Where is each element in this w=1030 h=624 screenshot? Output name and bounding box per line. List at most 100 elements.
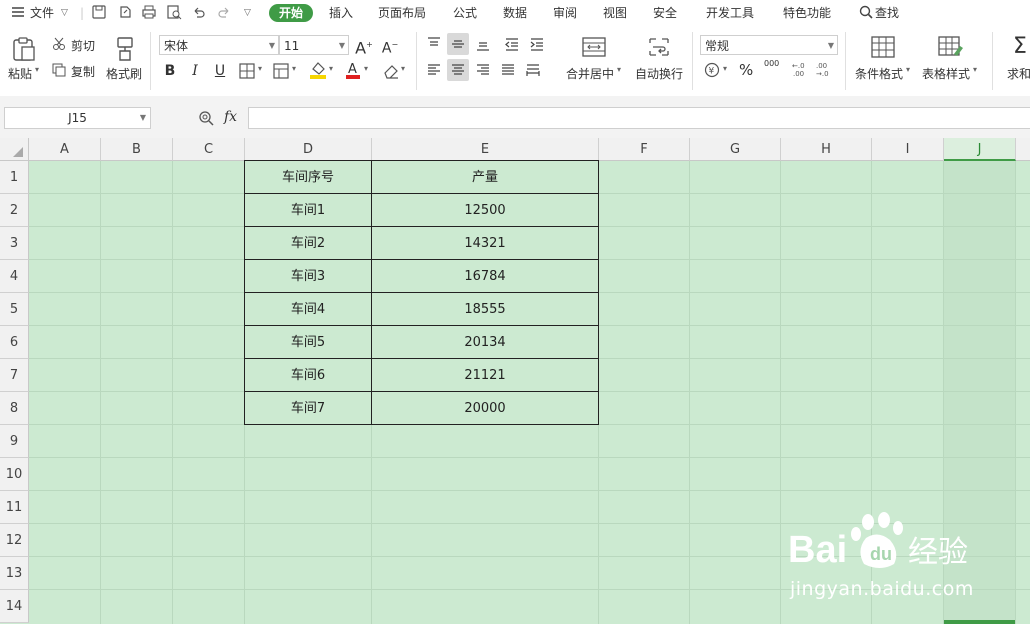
tab-insert[interactable]: 插入 (329, 4, 353, 22)
conditional-format-dropdown-icon[interactable]: ▾ (906, 65, 910, 74)
export-icon[interactable] (117, 4, 133, 20)
currency-dropdown-icon[interactable]: ▾ (723, 64, 727, 73)
table-cell[interactable]: 车间1 (245, 194, 372, 227)
font-name-select[interactable]: 宋体 ▼ (159, 35, 279, 55)
hamburger-menu-icon[interactable] (10, 4, 26, 20)
tab-data[interactable]: 数据 (503, 4, 527, 22)
tab-home[interactable]: 开始 (269, 4, 314, 22)
column-header-h[interactable]: H (781, 138, 872, 161)
row-header-9[interactable]: 9 (0, 425, 29, 458)
wrap-text-icon[interactable] (647, 36, 671, 58)
redo-icon[interactable] (216, 4, 232, 20)
table-cell[interactable]: 车间7 (245, 392, 372, 425)
row-header-1[interactable]: 1 (0, 161, 29, 194)
table-cell[interactable]: 18555 (372, 293, 599, 326)
row-header-3[interactable]: 3 (0, 227, 29, 260)
formula-input[interactable] (248, 107, 1030, 129)
italic-button[interactable]: I (185, 61, 205, 81)
tab-formulas[interactable]: 公式 (453, 4, 477, 22)
conditional-format-button[interactable]: 条件格式 (855, 65, 903, 82)
decrease-decimal-icon[interactable]: .00→.0 (816, 60, 834, 78)
currency-icon[interactable]: ¥ (704, 62, 720, 78)
merge-center-icon[interactable] (582, 36, 606, 58)
increase-indent-button[interactable] (526, 33, 548, 55)
row-header-2[interactable]: 2 (0, 194, 29, 227)
table-header-workshop[interactable]: 车间序号 (245, 161, 372, 194)
font-color-dropdown-icon[interactable]: ▾ (364, 64, 368, 73)
copy-button[interactable]: 复制 (71, 63, 95, 80)
align-left-button[interactable] (423, 59, 445, 81)
column-header-e[interactable]: E (372, 138, 599, 161)
cell-style-icon[interactable] (273, 63, 289, 79)
zoom-search-icon[interactable] (198, 110, 214, 126)
tab-security[interactable]: 安全 (653, 4, 677, 22)
save-icon[interactable] (91, 4, 107, 20)
table-cell[interactable]: 车间4 (245, 293, 372, 326)
thousands-separator-button[interactable]: 000 (764, 59, 779, 68)
undo-icon[interactable] (191, 4, 207, 20)
sum-button[interactable]: 求和 (1007, 65, 1030, 82)
row-header-13[interactable]: 13 (0, 557, 29, 590)
justify-button[interactable] (497, 59, 519, 81)
percent-button[interactable]: % (739, 61, 753, 79)
table-cell[interactable]: 车间6 (245, 359, 372, 392)
increase-font-icon[interactable]: A+ (354, 35, 374, 57)
select-all-corner[interactable] (0, 138, 29, 161)
distributed-button[interactable] (522, 59, 544, 81)
column-header-d[interactable]: D (245, 138, 372, 161)
column-header-b[interactable]: B (101, 138, 173, 161)
align-right-button[interactable] (472, 59, 494, 81)
wrap-text-button[interactable]: 自动换行 (635, 65, 683, 82)
row-header-12[interactable]: 12 (0, 524, 29, 557)
number-format-select[interactable]: 常规 ▼ (700, 35, 838, 55)
merge-center-button[interactable]: 合并居中 (566, 65, 614, 82)
table-cell[interactable]: 14321 (372, 227, 599, 260)
paste-icon[interactable] (11, 36, 37, 62)
table-style-button[interactable]: 表格样式 (922, 65, 970, 82)
column-header-f[interactable]: F (599, 138, 690, 161)
paste-dropdown-icon[interactable]: ▾ (35, 65, 39, 74)
quick-access-dropdown-icon[interactable]: ▽ (244, 4, 251, 22)
underline-button[interactable]: U (210, 61, 230, 81)
bold-button[interactable]: B (160, 61, 180, 81)
sum-icon[interactable]: Σ (1013, 34, 1027, 59)
row-header-7[interactable]: 7 (0, 359, 29, 392)
borders-icon[interactable] (239, 63, 255, 79)
conditional-format-icon[interactable] (871, 36, 895, 58)
merge-dropdown-icon[interactable]: ▾ (617, 65, 621, 74)
align-top-button[interactable] (423, 33, 445, 55)
table-cell[interactable]: 车间3 (245, 260, 372, 293)
font-size-select[interactable]: 11 ▼ (279, 35, 349, 55)
align-middle-button[interactable] (447, 33, 469, 55)
table-cell[interactable]: 车间5 (245, 326, 372, 359)
row-header-4[interactable]: 4 (0, 260, 29, 293)
table-header-output[interactable]: 产量 (372, 161, 599, 194)
format-painter-button[interactable]: 格式刷 (106, 65, 142, 82)
scissors-icon[interactable] (52, 37, 66, 51)
table-cell[interactable]: 20134 (372, 326, 599, 359)
print-preview-icon[interactable] (166, 4, 182, 20)
file-menu[interactable]: 文件 (30, 4, 54, 22)
table-style-icon[interactable] (938, 36, 964, 58)
search-label[interactable]: 查找 (875, 4, 899, 22)
name-box[interactable]: J15 ▼ (4, 107, 151, 129)
column-header-c[interactable]: C (173, 138, 245, 161)
fill-color-icon[interactable] (309, 60, 327, 80)
file-dropdown-chevron-icon[interactable]: ▽ (61, 4, 68, 22)
insert-function-button[interactable]: fx (224, 109, 237, 125)
row-header-5[interactable]: 5 (0, 293, 29, 326)
column-header-j[interactable]: J (944, 138, 1016, 161)
tab-special-features[interactable]: 特色功能 (783, 4, 831, 22)
cut-button[interactable]: 剪切 (71, 37, 95, 54)
search-icon[interactable] (858, 4, 874, 20)
row-header-14[interactable]: 14 (0, 590, 29, 623)
column-header-a[interactable]: A (29, 138, 101, 161)
table-cell[interactable]: 21121 (372, 359, 599, 392)
tab-page-layout[interactable]: 页面布局 (378, 4, 426, 22)
column-header-i[interactable]: I (872, 138, 944, 161)
table-style-dropdown-icon[interactable]: ▾ (973, 65, 977, 74)
paste-button[interactable]: 粘贴 (8, 65, 32, 82)
table-cell[interactable]: 车间2 (245, 227, 372, 260)
table-cell[interactable]: 20000 (372, 392, 599, 425)
copy-icon[interactable] (52, 63, 66, 77)
